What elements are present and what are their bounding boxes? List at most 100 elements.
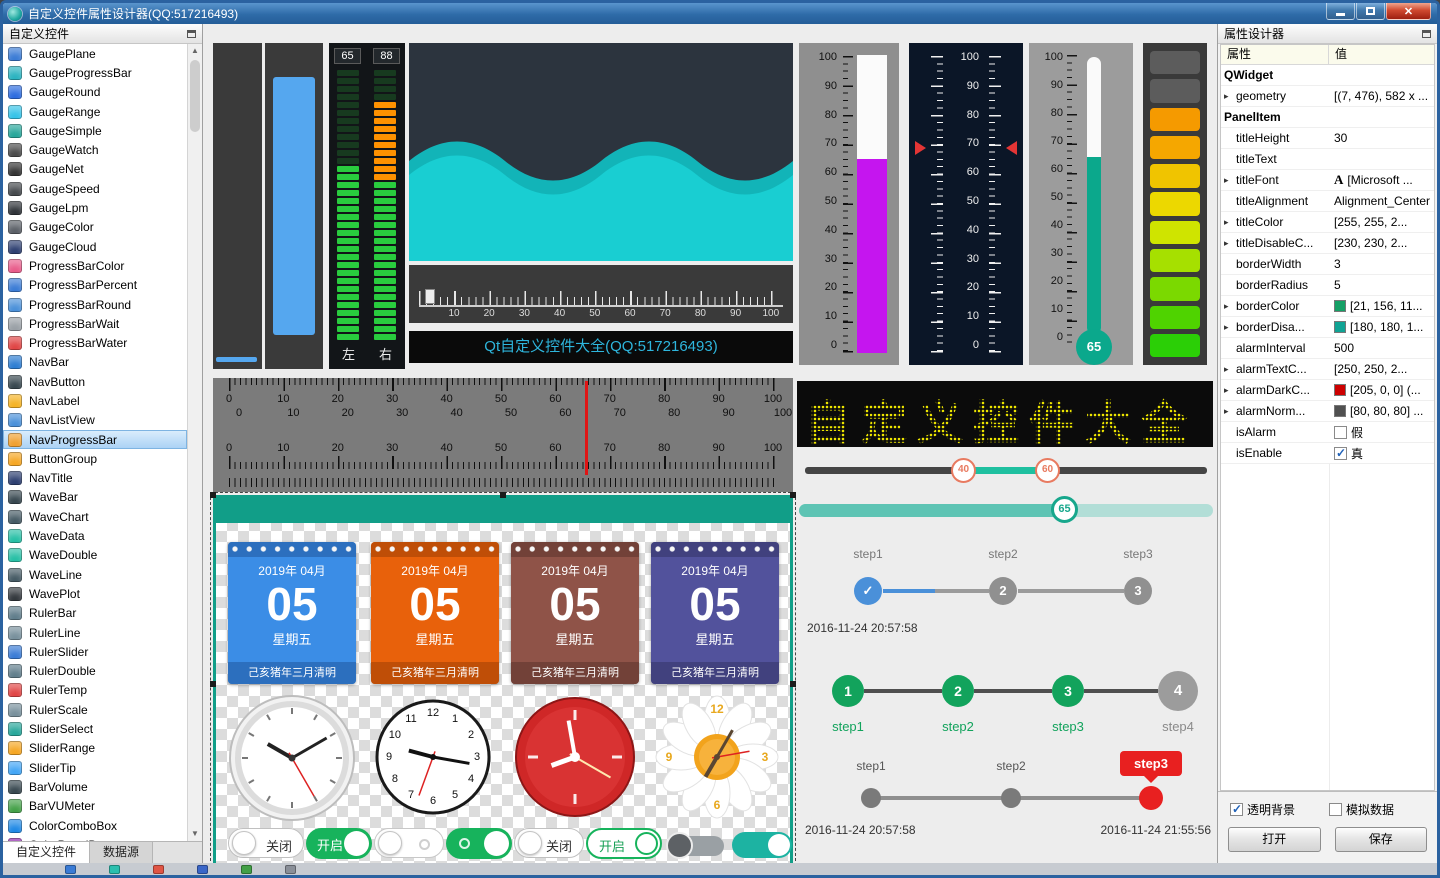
sidebar-item-GaugePlane[interactable]: GaugePlane xyxy=(3,44,187,63)
sidebar-item-ColorComboBox[interactable]: ColorComboBox xyxy=(3,816,187,835)
sidebar-item-GaugeNet[interactable]: GaugeNet xyxy=(3,160,187,179)
sidebar-item-ProgressBarColor[interactable]: ProgressBarColor xyxy=(3,256,187,275)
property-row-isEnable[interactable]: isEnable 真 xyxy=(1221,443,1434,464)
taskbar-app-icon[interactable] xyxy=(153,864,164,874)
sidebar-item-SliderRange[interactable]: SliderRange xyxy=(3,739,187,758)
toggle-switch-on-text[interactable]: 开启 xyxy=(306,828,372,859)
sidebar-tab-自定义控件[interactable]: 自定义控件 xyxy=(3,842,91,863)
navy-scale-meter-widget[interactable]: 100 90 80 70 60 50 40 30 20 10 0 xyxy=(909,43,1023,365)
step-progress-widget-c[interactable]: step1 step2 step3 2016-11-24 20:57:58 20… xyxy=(803,751,1213,839)
calendar-widget[interactable]: 2019年 04月 05 星期五 己亥猪年三月清明 xyxy=(651,542,779,684)
vertical-progress-widget[interactable] xyxy=(265,43,323,369)
property-row-titleAlignment[interactable]: titleAlignment Alignment_Center xyxy=(1221,191,1434,212)
property-row-PanelItem[interactable]: PanelItem xyxy=(1221,107,1434,128)
property-row-alarmDarkC...[interactable]: ▸ alarmDarkC... [205, 0, 0] (... xyxy=(1221,380,1434,401)
sidebar-item-NavButton[interactable]: NavButton xyxy=(3,372,187,391)
property-row-alarmNorm...[interactable]: ▸ alarmNorm... [80, 80, 80] ... xyxy=(1221,401,1434,422)
sidebar-item-RulerTemp[interactable]: RulerTemp xyxy=(3,681,187,700)
sidebar-item-BarVUMeter[interactable]: BarVUMeter xyxy=(3,797,187,816)
calendar-widget[interactable]: 2019年 04月 05 星期五 己亥猪年三月清明 xyxy=(228,542,356,684)
double-ruler-widget[interactable]: 0 10 20 30 40 50 60 70 80 90 100 0 10 20 30 40 50 60 70 80… xyxy=(213,378,793,492)
property-row-borderDisa...[interactable]: ▸ borderDisa... [180, 180, 1... xyxy=(1221,317,1434,338)
expand-arrow-icon[interactable]: ▸ xyxy=(1224,385,1233,396)
sidebar-item-WaveData[interactable]: WaveData xyxy=(3,526,187,545)
expand-arrow-icon[interactable]: ▸ xyxy=(1224,406,1233,417)
sidebar-item-BarVolume[interactable]: BarVolume xyxy=(3,777,187,796)
panel-item-widget[interactable]: 12 1 2 3 4 5 6 7 8 9 10 11 12 3 6 9 关闭 开… xyxy=(210,492,796,875)
toolbox-scrollbar[interactable]: ▲ ▼ xyxy=(187,44,202,841)
sidebar-item-RulerSlider[interactable]: RulerSlider xyxy=(3,642,187,661)
sidebar-item-GaugeRange[interactable]: GaugeRange xyxy=(3,102,187,121)
title-bar[interactable]: 自定义控件属性设计器(QQ:517216493) ✕ xyxy=(3,3,1437,24)
toggle-switch-knob-on[interactable] xyxy=(732,832,792,858)
expand-arrow-icon[interactable]: ▸ xyxy=(1224,175,1233,186)
toggle-switch-off-text[interactable]: 关闭 xyxy=(228,828,304,858)
scroll-up-icon[interactable]: ▲ xyxy=(188,44,202,58)
transparent-bg-checkbox[interactable]: 透明背景 xyxy=(1230,801,1295,818)
taskbar-app-icon[interactable] xyxy=(285,864,296,874)
sidebar-item-GaugeWatch[interactable]: GaugeWatch xyxy=(3,140,187,159)
close-button[interactable]: ✕ xyxy=(1386,3,1431,20)
selection-handle[interactable] xyxy=(500,492,506,498)
checkbox[interactable] xyxy=(1329,803,1343,816)
maximize-button[interactable] xyxy=(1356,3,1385,20)
property-row-titleText[interactable]: titleText xyxy=(1221,149,1434,170)
selection-handle[interactable] xyxy=(210,681,216,687)
selection-handle[interactable] xyxy=(210,492,216,498)
sidebar-item-RulerBar[interactable]: RulerBar xyxy=(3,604,187,623)
sidebar-item-RulerDouble[interactable]: RulerDouble xyxy=(3,662,187,681)
analog-clock-silver[interactable] xyxy=(228,694,356,822)
step-progress-widget-a[interactable]: step1 step2 step3 ✓ 2 3 2016-11-24 20:57… xyxy=(803,543,1213,639)
sidebar-item-WaveChart[interactable]: WaveChart xyxy=(3,507,187,526)
property-row-alarmInterval[interactable]: alarmInterval 500 xyxy=(1221,338,1434,359)
sidebar-item-WaveLine[interactable]: WaveLine xyxy=(3,565,187,584)
sidebar-item-SliderSelect[interactable]: SliderSelect xyxy=(3,719,187,738)
sidebar-item-ProgressBarRound[interactable]: ProgressBarRound xyxy=(3,295,187,314)
sidebar-item-RulerScale[interactable]: RulerScale xyxy=(3,700,187,719)
sidebar-item-WavePlot[interactable]: WavePlot xyxy=(3,584,187,603)
sidebar-item-ProgressBarWater[interactable]: ProgressBarWater xyxy=(3,333,187,352)
toggle-switch-off-circle[interactable] xyxy=(374,828,444,858)
calendar-widget[interactable]: 2019年 04月 05 星期五 己亥猪年三月清明 xyxy=(371,542,499,684)
checkbox[interactable] xyxy=(1230,802,1243,816)
led-volume-widget[interactable] xyxy=(1143,43,1207,365)
property-row-borderColor[interactable]: ▸ borderColor [21, 156, 11... xyxy=(1221,296,1434,317)
dual-led-meter-widget[interactable]: 65 88 左 右 xyxy=(329,43,405,369)
taskbar-app-icon[interactable] xyxy=(197,864,208,874)
dock-float-icon[interactable] xyxy=(187,29,196,38)
purple-level-meter-widget[interactable]: 100 90 80 70 60 50 40 30 20 10 0 xyxy=(799,43,899,365)
thermometer-widget[interactable]: 100 90 80 70 60 50 40 30 20 10 0 65 xyxy=(1029,43,1133,365)
sidebar-item-ProgressBarWait[interactable]: ProgressBarWait xyxy=(3,314,187,333)
save-button[interactable]: 保存 xyxy=(1334,827,1427,852)
selection-handle[interactable] xyxy=(790,681,796,687)
sidebar-item-GaugeCloud[interactable]: GaugeCloud xyxy=(3,237,187,256)
property-row-titleColor[interactable]: ▸ titleColor [255, 255, 2... xyxy=(1221,212,1434,233)
property-row-borderRadius[interactable]: borderRadius 5 xyxy=(1221,275,1434,296)
range-slider-widget[interactable]: 40 60 xyxy=(799,455,1213,485)
taskbar-app-icon[interactable] xyxy=(109,864,120,874)
scrollbar-thumb[interactable] xyxy=(190,60,200,132)
sidebar-item-GaugeColor[interactable]: GaugeColor xyxy=(3,218,187,237)
simulate-data-checkbox[interactable]: 模拟数据 xyxy=(1329,801,1394,818)
toggle-switch-knob-off[interactable] xyxy=(666,832,724,859)
bottom-taskbar-strip[interactable] xyxy=(3,863,1437,875)
property-row-borderWidth[interactable]: borderWidth 3 xyxy=(1221,254,1434,275)
property-row-geometry[interactable]: ▸ geometry [(7, 476), 582 x ... xyxy=(1221,86,1434,107)
sidebar-item-SliderTip[interactable]: SliderTip xyxy=(3,758,187,777)
checkbox[interactable] xyxy=(1334,446,1347,460)
slider-handle[interactable] xyxy=(425,289,435,304)
scroll-down-icon[interactable]: ▼ xyxy=(188,827,202,841)
toggle-switch-on-circle[interactable] xyxy=(446,828,512,859)
expand-arrow-icon[interactable]: ▸ xyxy=(1224,91,1233,102)
property-row-titleDisableC...[interactable]: ▸ titleDisableC... [230, 230, 2... xyxy=(1221,233,1434,254)
property-row-titleFont[interactable]: ▸ titleFont A [Microsoft ... xyxy=(1221,170,1434,191)
tip-handle[interactable]: 65 xyxy=(1051,496,1078,523)
taskbar-app-icon[interactable] xyxy=(65,864,76,874)
expand-arrow-icon[interactable]: ▸ xyxy=(1224,238,1233,249)
property-row-alarmTextC...[interactable]: ▸ alarmTextC... [250, 250, 2... xyxy=(1221,359,1434,380)
property-row-isAlarm[interactable]: isAlarm 假 xyxy=(1221,422,1434,443)
ruler-pointer[interactable] xyxy=(585,381,588,475)
sidebar-item-GaugeProgressBar[interactable]: GaugeProgressBar xyxy=(3,63,187,82)
selection-handle[interactable] xyxy=(790,492,796,498)
dark-panel-widget[interactable] xyxy=(213,43,262,369)
